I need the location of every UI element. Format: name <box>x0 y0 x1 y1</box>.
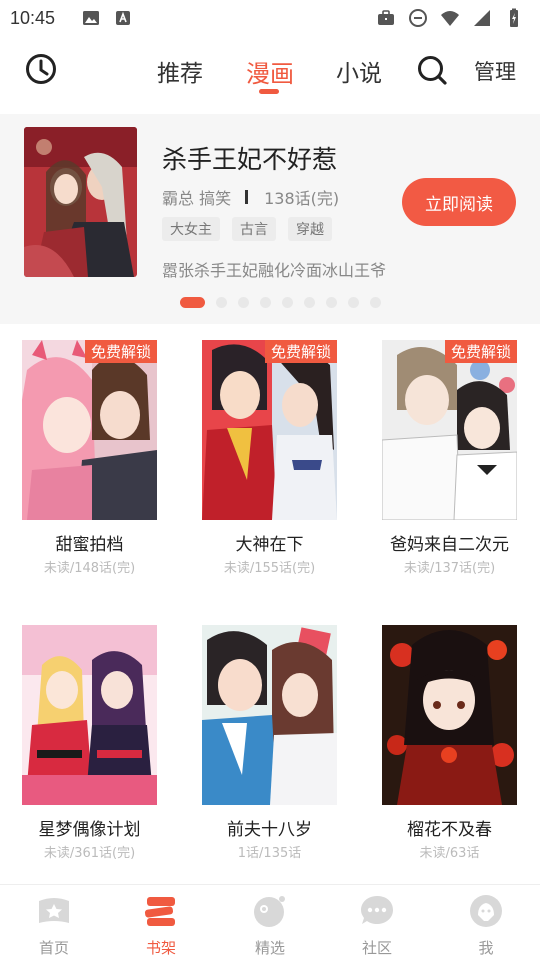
carousel-dot[interactable] <box>260 297 271 308</box>
carousel-dot[interactable] <box>370 297 381 308</box>
comic-title[interactable]: 榴花不及春 <box>382 815 517 840</box>
community-icon <box>361 896 393 924</box>
comic-title[interactable]: 星梦偶像计划 <box>22 815 157 840</box>
tag: 穿越 <box>288 217 332 241</box>
comic-progress: 1话/135话 <box>237 846 302 861</box>
status-time: 10:45 <box>10 7 56 28</box>
comic-title[interactable]: 爸妈来自二次元 <box>382 530 517 555</box>
tab-comics[interactable]: 漫画 <box>246 54 294 89</box>
carousel-dot[interactable] <box>348 297 359 308</box>
bottom-nav-label: 我 <box>478 939 494 957</box>
bottom-nav-label: 精选 <box>254 939 285 957</box>
tag: 大女主 <box>162 217 220 241</box>
bottom-nav: 首页 书架 精选 社区 我 <box>0 884 540 960</box>
comic-cover-image[interactable]: 免费解锁 <box>382 340 517 520</box>
bottom-nav-profile[interactable]: 我 <box>456 893 516 958</box>
tab-recommend[interactable]: 推荐 <box>157 54 203 88</box>
battery-icon <box>510 8 518 27</box>
featured-icon <box>254 896 285 927</box>
bottom-nav-home[interactable]: 首页 <box>24 893 84 958</box>
carousel-dot-active[interactable] <box>180 297 205 308</box>
carousel-dot[interactable] <box>304 297 315 308</box>
app-notification-icon <box>116 11 131 25</box>
history-clock-icon[interactable] <box>24 52 58 86</box>
comic-card[interactable]: 免费解锁 大神在下 未读/155话(完) <box>202 340 337 576</box>
home-icon <box>39 898 69 923</box>
comic-card[interactable]: 榴花不及春 未读/63话 <box>382 625 517 861</box>
free-unlock-badge: 免费解锁 <box>84 340 157 363</box>
comic-card[interactable]: 免费解锁 爸妈来自二次元 未读/137话(完) <box>382 340 517 576</box>
carousel-indicator <box>180 297 381 308</box>
search-icon[interactable] <box>416 54 448 86</box>
comic-progress: 未读/361话(完) <box>43 846 136 861</box>
banner-genre: 霸总 搞笑 <box>162 189 232 208</box>
comic-progress: 未读/63话 <box>419 846 480 861</box>
do-not-disturb-icon <box>409 9 427 27</box>
bottom-nav-featured[interactable]: 精选 <box>240 893 300 958</box>
comic-cover-image[interactable] <box>382 625 517 805</box>
meta-divider <box>245 190 249 204</box>
bottom-nav-label: 社区 <box>361 939 392 957</box>
top-nav: 推荐 漫画 小说 管理 <box>0 36 540 114</box>
bottom-nav-label: 首页 <box>38 939 69 957</box>
banner-description: 嚣张杀手王妃融化冷面冰山王爷 <box>162 261 387 280</box>
bottom-nav-bookshelf[interactable]: 书架 <box>131 893 191 958</box>
banner-title[interactable]: 杀手王妃不好惹 <box>162 140 337 176</box>
bottom-nav-community[interactable]: 社区 <box>347 893 407 958</box>
bookshelf-icon <box>144 897 175 926</box>
banner-cover-image[interactable] <box>24 127 137 277</box>
comic-title[interactable]: 大神在下 <box>202 530 337 555</box>
status-bar: 10:45 <box>0 0 540 36</box>
carousel-dot[interactable] <box>238 297 249 308</box>
banner-tags: 大女主 古言 穿越 <box>162 217 332 241</box>
comic-progress: 未读/155话(完) <box>223 561 316 576</box>
wifi-icon <box>441 11 459 26</box>
comic-card[interactable]: 前夫十八岁 1话/135话 <box>202 625 337 861</box>
tab-novels[interactable]: 小说 <box>336 54 382 88</box>
comic-cover-image[interactable] <box>202 625 337 805</box>
gallery-notification-icon <box>83 11 100 25</box>
manage-button[interactable]: 管理 <box>474 56 516 86</box>
free-unlock-badge: 免费解锁 <box>444 340 517 363</box>
profile-icon <box>470 895 502 927</box>
comic-cover-image[interactable]: 免费解锁 <box>22 340 157 520</box>
read-now-button[interactable]: 立即阅读 <box>402 178 516 226</box>
banner-meta: 霸总 搞笑 138话(完) <box>162 185 339 209</box>
bottom-nav-label: 书架 <box>145 939 176 957</box>
comic-cover-image[interactable]: 免费解锁 <box>202 340 337 520</box>
signal-icon <box>474 10 490 26</box>
comic-card[interactable]: 免费解锁 甜蜜拍档 未读/148话(完) <box>22 340 157 576</box>
carousel-dot[interactable] <box>326 297 337 308</box>
active-tab-indicator <box>259 89 279 94</box>
comic-cover-image[interactable] <box>22 625 157 805</box>
comic-title[interactable]: 甜蜜拍档 <box>22 530 157 555</box>
featured-banner[interactable]: 杀手王妃不好惹 霸总 搞笑 138话(完) 大女主 古言 穿越 嚣张杀手王妃融化… <box>0 114 540 324</box>
tag: 古言 <box>232 217 276 241</box>
comic-title[interactable]: 前夫十八岁 <box>202 815 337 840</box>
free-unlock-badge: 免费解锁 <box>264 340 337 363</box>
comic-progress: 未读/137话(完) <box>403 561 496 576</box>
carousel-dot[interactable] <box>216 297 227 308</box>
banner-chapters: 138话(完) <box>264 189 340 208</box>
comic-progress: 未读/148话(完) <box>43 561 136 576</box>
carousel-dot[interactable] <box>282 297 293 308</box>
briefcase-icon <box>378 10 394 25</box>
comic-card[interactable]: 星梦偶像计划 未读/361话(完) <box>22 625 157 861</box>
